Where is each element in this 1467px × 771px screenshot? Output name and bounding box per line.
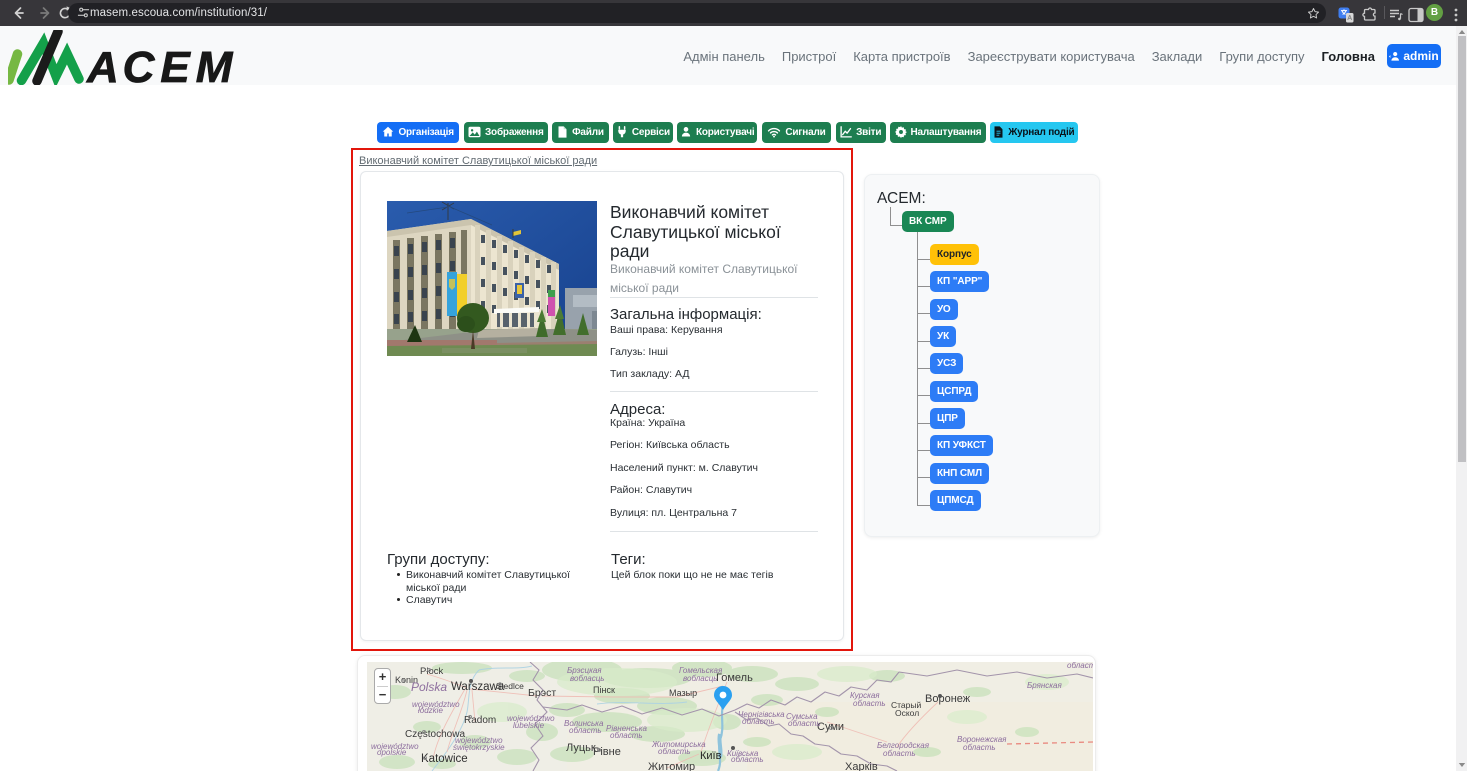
svg-text:область: область	[658, 747, 691, 756]
svg-text:область: область	[610, 731, 643, 740]
svg-text:Луцьк: Луцьк	[566, 742, 596, 754]
svg-text:область: область	[731, 755, 764, 764]
svg-text:область: область	[853, 699, 886, 708]
svg-text:Брянская: Брянская	[1027, 681, 1062, 690]
svg-text:Брэст: Брэст	[528, 687, 556, 699]
svg-text:opolskie: opolskie	[377, 748, 407, 757]
svg-text:świętokrzyskie: świętokrzyskie	[453, 743, 505, 752]
svg-text:область: область	[883, 749, 916, 758]
svg-text:Київ: Київ	[700, 750, 722, 762]
svg-text:область: область	[1067, 662, 1093, 670]
svg-text:Житомир: Житомир	[648, 761, 695, 771]
svg-text:Polska: Polska	[411, 680, 447, 694]
svg-text:область: область	[788, 719, 821, 728]
svg-text:Płock: Płock	[420, 666, 443, 677]
svg-text:Рівне: Рівне	[593, 746, 621, 758]
svg-text:область: область	[963, 743, 996, 752]
svg-text:АСЕМ: АСЕМ	[86, 43, 238, 85]
svg-text:Пінск: Пінск	[593, 685, 615, 695]
svg-text:Мазыр: Мазыр	[669, 688, 697, 698]
svg-text:вобласць: вобласць	[570, 674, 605, 683]
svg-text:lubelskie: lubelskie	[513, 721, 545, 730]
svg-text:область: область	[569, 726, 602, 735]
svg-text:Оскол: Оскол	[895, 708, 919, 718]
svg-text:Katowice: Katowice	[421, 753, 468, 765]
svg-text:łódzkie: łódzkie	[418, 706, 443, 715]
svg-text:область: область	[742, 717, 775, 726]
svg-text:вобласць: вобласць	[683, 674, 718, 683]
svg-text:Харків: Харків	[845, 761, 878, 771]
svg-text:Воронеж: Воронеж	[925, 693, 971, 705]
